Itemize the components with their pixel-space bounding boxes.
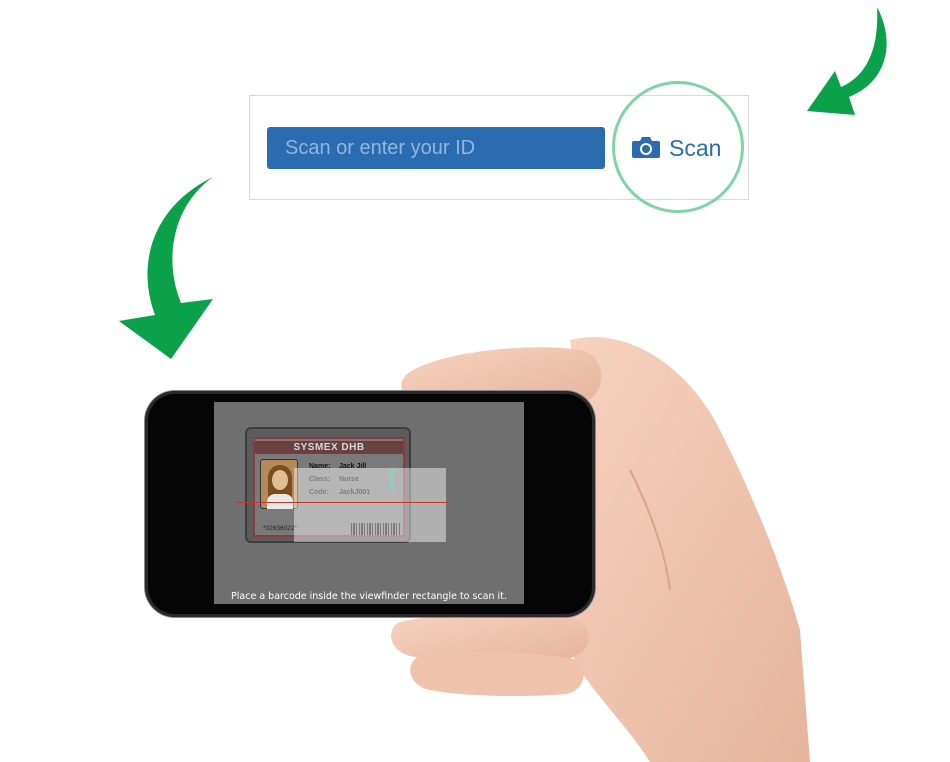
- id-input[interactable]: [267, 127, 605, 169]
- viewfinder-rectangle: [294, 468, 446, 542]
- scan-button-label: Scan: [669, 134, 722, 161]
- scan-button[interactable]: Scan: [631, 130, 721, 166]
- scan-form: Scan: [249, 95, 749, 200]
- badge-number: *02636022*: [263, 525, 297, 532]
- badge-organization: SYSMEX DHB: [255, 441, 403, 454]
- curved-arrow-icon: [119, 177, 213, 359]
- camera-preview: SYSMEX DHB Name: Jack Jill Class: Nurse Co…: [214, 402, 524, 604]
- curved-arrow-icon: [807, 7, 887, 115]
- scan-line: [236, 502, 448, 503]
- scan-hint: Place a barcode inside the viewfinder re…: [231, 591, 507, 602]
- camera-icon: [632, 137, 660, 158]
